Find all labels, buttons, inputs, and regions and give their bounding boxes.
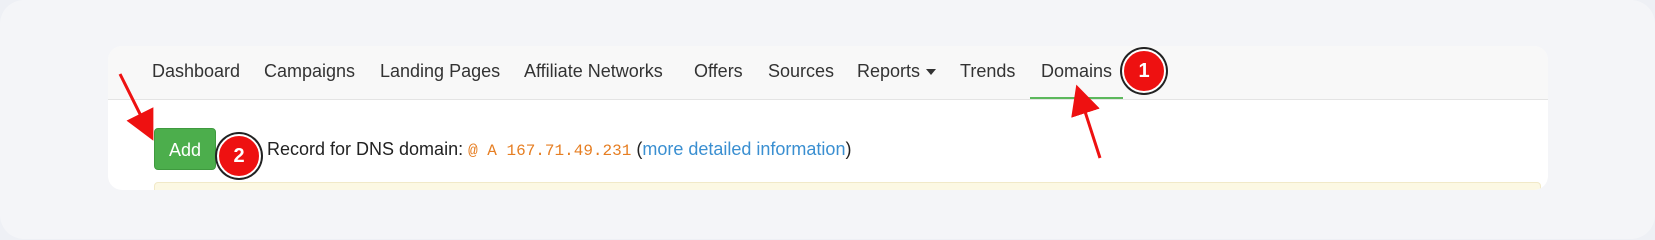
dns-record-line: Record for DNS domain: @ A 167.71.49.231… <box>267 136 851 164</box>
more-info-link[interactable]: more detailed information <box>642 139 845 159</box>
step-badge-2: 2 <box>217 134 261 178</box>
top-navbar: Dashboard Campaigns Landing Pages Affili… <box>108 46 1548 100</box>
nav-landing-pages[interactable]: Landing Pages <box>380 46 500 99</box>
nav-affiliate-networks[interactable]: Affiliate Networks <box>524 46 663 99</box>
nav-dashboard[interactable]: Dashboard <box>152 46 240 99</box>
add-button[interactable]: Add <box>154 128 216 170</box>
dns-record-value: @ A 167.71.49.231 <box>468 142 632 160</box>
nav-sources[interactable]: Sources <box>768 46 834 99</box>
nav-reports-label: Reports <box>857 61 921 81</box>
notice-box <box>154 182 1541 190</box>
caret-down-icon <box>926 69 937 76</box>
nav-reports-dropdown[interactable]: Reports <box>857 46 937 99</box>
main-panel: Dashboard Campaigns Landing Pages Affili… <box>108 46 1548 190</box>
nav-offers[interactable]: Offers <box>694 46 743 99</box>
nav-campaigns[interactable]: Campaigns <box>264 46 355 99</box>
step-badge-1: 1 <box>1122 49 1166 93</box>
nav-domains[interactable]: Domains <box>1030 46 1124 99</box>
nav-trends[interactable]: Trends <box>960 46 1015 99</box>
page-background: Dashboard Campaigns Landing Pages Affili… <box>0 0 1655 239</box>
record-label: Record for DNS domain: <box>267 139 464 159</box>
close-paren: ) <box>845 139 852 159</box>
